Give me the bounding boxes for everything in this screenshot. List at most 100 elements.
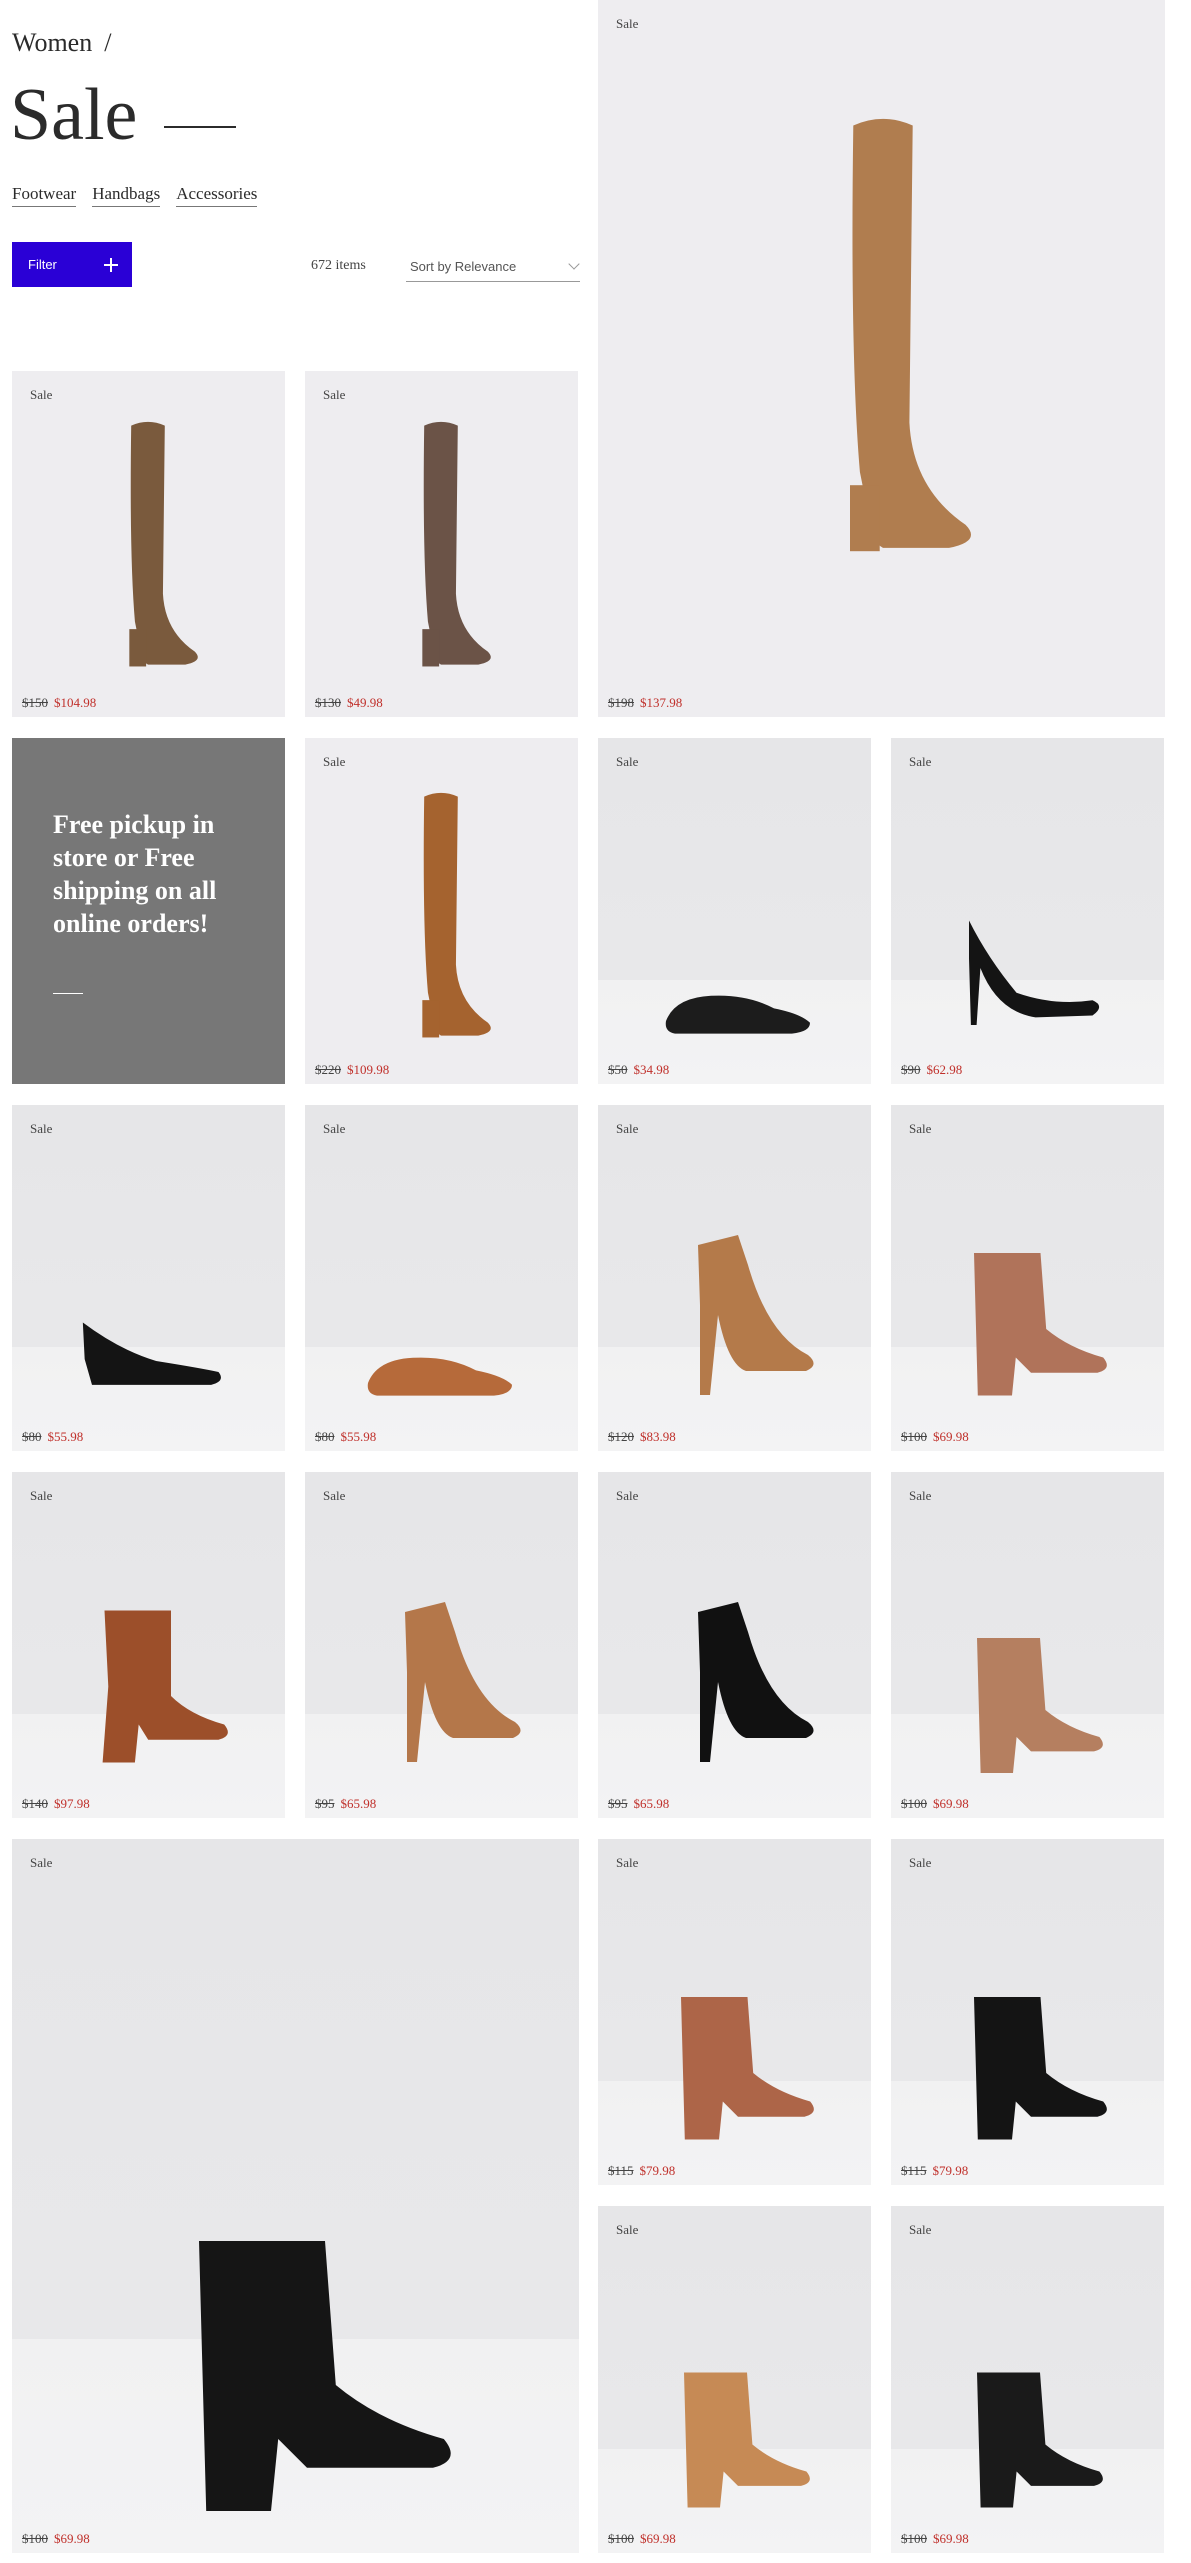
sort-select-value: Sort by Relevance	[410, 259, 517, 274]
ankle-strap-heel-icon	[974, 1253, 1107, 1396]
sale-price: $69.98	[640, 2531, 676, 2546]
page-title: Sale	[10, 74, 138, 156]
original-price: $115	[901, 2163, 927, 2178]
price: $220 $109.98	[315, 1062, 389, 1078]
product-card[interactable]: Sale $115 $79.98	[598, 1839, 871, 2185]
product-card[interactable]: Sale $130 $49.98	[305, 371, 578, 717]
plus-icon	[104, 257, 118, 272]
original-price: $198	[608, 695, 634, 710]
sale-price: $65.98	[340, 1796, 377, 1811]
product-card[interactable]: Sale $95 $65.98	[305, 1472, 578, 1818]
sale-price: $83.98	[640, 1429, 676, 1444]
price: $100 $69.98	[22, 2531, 90, 2547]
perforated-heel-icon	[698, 1602, 814, 1762]
over-the-knee-boot-icon	[850, 118, 971, 552]
promo-card[interactable]: Free pickup in store or Free shipping on…	[12, 738, 285, 1084]
sort-select[interactable]: Sort by Relevance	[406, 252, 580, 282]
platform-lace-up-heel-icon	[698, 1235, 814, 1395]
product-card[interactable]: Sale $115 $79.98	[891, 1839, 1164, 2185]
original-price: $100	[608, 2531, 634, 2546]
price: $50 $34.98	[608, 1062, 669, 1078]
filter-button[interactable]: Filter	[12, 242, 132, 287]
over-the-knee-boot-icon	[422, 421, 491, 667]
chevron-down-icon	[568, 257, 580, 270]
product-card[interactable]: Sale $80 $55.98	[305, 1105, 578, 1451]
original-price: $95	[608, 1796, 628, 1811]
slingback-heel-icon	[681, 1997, 814, 2140]
price: $150 $104.98	[22, 695, 96, 711]
tab-footwear[interactable]: Footwear	[12, 184, 77, 207]
breadcrumb-link-women[interactable]: Women	[12, 28, 92, 58]
promo-text: Free pickup in store or Free shipping on…	[53, 810, 217, 938]
product-card[interactable]: Sale $100 $69.98	[12, 1839, 579, 2553]
price: $100 $69.98	[901, 1429, 969, 1445]
price: $140 $97.98	[22, 1796, 90, 1812]
original-price: $100	[901, 1429, 927, 1444]
sale-price: $55.98	[340, 1429, 377, 1444]
original-price: $100	[901, 1796, 927, 1811]
slingback-heel-icon	[974, 1997, 1107, 2140]
product-card[interactable]: Sale $100 $69.98	[598, 2206, 871, 2553]
sale-price: $69.98	[933, 1429, 969, 1444]
original-price: $90	[901, 1062, 921, 1077]
price: $95 $65.98	[608, 1796, 669, 1812]
product-card[interactable]: Sale $95 $65.98	[598, 1472, 871, 1818]
original-price: $100	[22, 2531, 48, 2546]
product-card[interactable]: Sale $100 $69.98	[891, 1472, 1164, 1818]
price: $130 $49.98	[315, 695, 383, 711]
sale-price: $34.98	[633, 1062, 670, 1077]
product-card[interactable]: Sale $150 $104.98	[12, 371, 285, 717]
tab-handbags[interactable]: Handbags	[92, 184, 161, 207]
product-card[interactable]: Sale $140 $97.98	[12, 1472, 285, 1818]
product-card[interactable]: Sale $90 $62.98	[891, 738, 1164, 1084]
perforated-heel-icon	[405, 1602, 521, 1762]
over-the-knee-boot-icon	[129, 421, 198, 667]
sale-price: $49.98	[347, 695, 383, 710]
wedge-pump-icon	[82, 1322, 221, 1385]
filter-button-label: Filter	[28, 257, 57, 272]
sale-price: $137.98	[640, 695, 683, 710]
sale-price: $109.98	[347, 1062, 390, 1077]
promo-divider	[53, 993, 83, 994]
category-tabs: Footwear Handbags Accessories	[12, 184, 258, 207]
loafer-icon	[367, 1357, 512, 1396]
item-count: 672 items	[311, 258, 366, 273]
price: $198 $137.98	[608, 695, 682, 711]
original-price: $80	[22, 1429, 42, 1444]
mule-icon	[977, 1638, 1103, 1773]
product-card[interactable]: Sale $198 $137.98	[598, 0, 1165, 717]
product-card[interactable]: Sale $50 $34.98	[598, 738, 871, 1084]
price: $95 $65.98	[315, 1796, 376, 1812]
sale-price: $104.98	[54, 695, 97, 710]
sale-price: $62.98	[926, 1062, 963, 1077]
sale-price: $79.98	[639, 2163, 676, 2178]
original-price: $150	[22, 695, 48, 710]
product-card[interactable]: Sale $220 $109.98	[305, 738, 578, 1084]
caged-sandal-icon	[684, 2372, 810, 2508]
original-price: $220	[315, 1062, 341, 1077]
product-card[interactable]: Sale $80 $55.98	[12, 1105, 285, 1451]
original-price: $115	[608, 2163, 634, 2178]
caged-sandal-icon	[977, 2372, 1103, 2508]
price: $80 $55.98	[22, 1429, 83, 1445]
original-price: $140	[22, 1796, 48, 1811]
perforated-mule-icon	[199, 2241, 451, 2511]
over-the-knee-boot-icon	[422, 792, 491, 1038]
ankle-boot-icon	[102, 1610, 228, 1763]
tab-accessories[interactable]: Accessories	[176, 184, 258, 207]
original-price: $50	[608, 1062, 628, 1077]
price: $115 $79.98	[608, 2163, 675, 2179]
product-card[interactable]: Sale $120 $83.98	[598, 1105, 871, 1451]
sale-price: $69.98	[54, 2531, 90, 2546]
sale-price: $55.98	[47, 1429, 84, 1444]
price: $100 $69.98	[901, 2531, 969, 2547]
title-divider	[164, 126, 236, 128]
product-card[interactable]: Sale $100 $69.98	[891, 1105, 1164, 1451]
breadcrumb: Women /	[12, 28, 111, 58]
sale-price: $65.98	[633, 1796, 670, 1811]
price: $100 $69.98	[901, 1796, 969, 1812]
original-price: $120	[608, 1429, 634, 1444]
price: $100 $69.98	[608, 2531, 676, 2547]
product-card[interactable]: Sale $100 $69.98	[891, 2206, 1164, 2553]
original-price: $80	[315, 1429, 335, 1444]
